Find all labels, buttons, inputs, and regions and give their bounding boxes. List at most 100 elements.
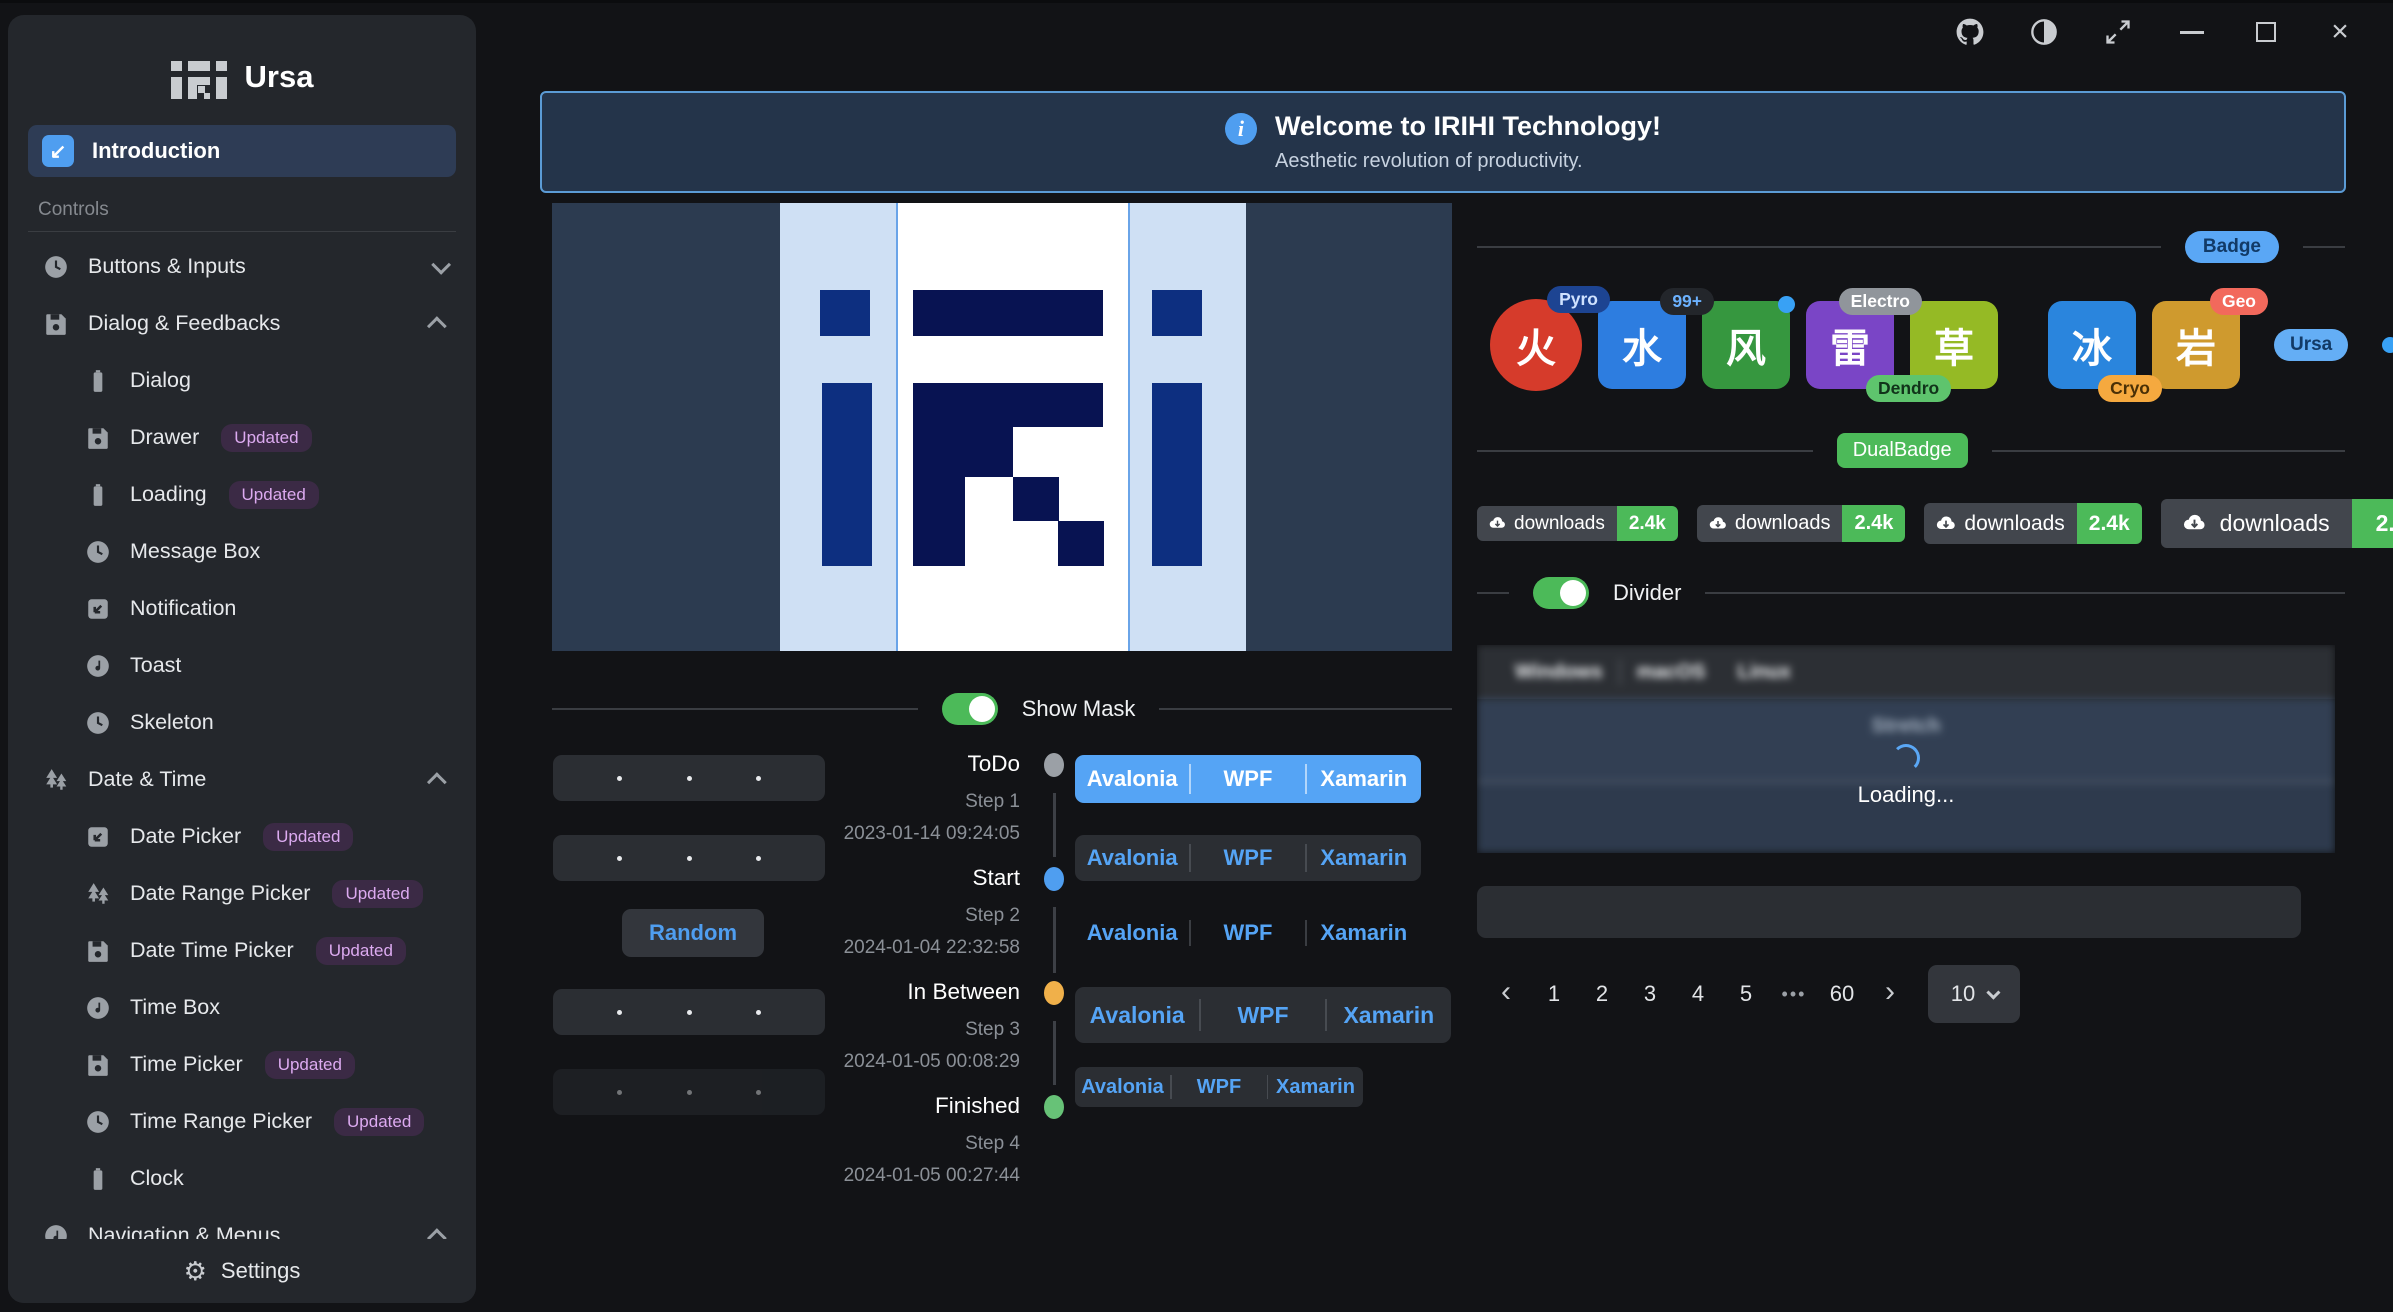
wpf-button[interactable]: WPF — [1191, 845, 1305, 871]
music-note-icon — [84, 994, 112, 1022]
loading-demo-panel: Windows macOS Linux Stretch Loading... — [1477, 645, 2335, 853]
sidebar-item-message-box[interactable]: Message Box — [8, 523, 476, 580]
updated-badge: Updated — [229, 481, 319, 509]
sidebar-item-date-time-picker[interactable]: Date Time Picker Updated — [8, 922, 476, 979]
sidebar-item-time-box[interactable]: Time Box — [8, 979, 476, 1036]
clock-icon — [84, 538, 112, 566]
downloads-label: downloads — [1964, 512, 2064, 536]
fullscreen-icon[interactable] — [2103, 17, 2133, 47]
badge-tile-hydro[interactable]: 水 99+ — [1598, 301, 1686, 389]
avalonia-button[interactable]: Avalonia — [1075, 845, 1189, 871]
tab-windows[interactable]: Windows — [1499, 661, 1619, 684]
wpf-button[interactable]: WPF — [1201, 1002, 1325, 1029]
sidebar-item-dialog[interactable]: Dialog — [8, 352, 476, 409]
downloads-count: 2.4k — [1617, 506, 1678, 541]
xamarin-button[interactable]: Xamarin — [1307, 766, 1421, 792]
show-mask-label: Show Mask — [1022, 696, 1136, 722]
avalonia-button[interactable]: Avalonia — [1075, 1076, 1170, 1099]
page-button-3[interactable]: 3 — [1626, 968, 1674, 1020]
irihi-logo-hero-image — [552, 203, 1452, 651]
sidebar-item-drawer[interactable]: Drawer Updated — [8, 409, 476, 466]
badge-divider-label: Badge — [2185, 231, 2279, 263]
sidebar-item-time-range-picker[interactable]: Time Range Picker Updated — [8, 1093, 476, 1150]
timeline-time: 2024-01-05 00:27:44 — [760, 1165, 1020, 1187]
updated-badge: Updated — [332, 880, 422, 908]
download-icon — [1709, 515, 1727, 533]
wpf-button[interactable]: WPF — [1191, 920, 1305, 946]
timeline-item-label: Start — [760, 865, 1020, 891]
text-input[interactable] — [1477, 886, 2301, 938]
xamarin-button[interactable]: Xamarin — [1327, 1002, 1451, 1029]
count-badge: 99+ — [1660, 288, 1714, 315]
chevron-up-icon — [427, 316, 447, 336]
downloads-count: 2.4k — [2077, 503, 2142, 544]
sidebar-item-navigation-menus[interactable]: Navigation & Menus — [8, 1207, 476, 1239]
prev-page-button[interactable]: ‹ — [1482, 968, 1530, 1020]
battery-icon — [84, 481, 112, 509]
badge-tile-dendro[interactable]: 草 Dendro — [1910, 301, 1998, 389]
pagination-ellipsis: ••• — [1770, 968, 1818, 1020]
page-size-dropdown[interactable]: 10 — [1928, 965, 2020, 1023]
divider-demo-row: Divider — [1477, 577, 2345, 609]
sidebar-item-skeleton[interactable]: Skeleton — [8, 694, 476, 751]
wpf-button[interactable]: WPF — [1172, 1076, 1267, 1099]
minimize-button[interactable] — [2177, 17, 2207, 47]
theme-toggle-icon[interactable] — [2029, 17, 2059, 47]
timeline-dot — [1044, 867, 1064, 891]
tab-linux[interactable]: Linux — [1722, 661, 1807, 684]
floppy-icon — [84, 937, 112, 965]
avalonia-button[interactable]: Avalonia — [1075, 920, 1189, 946]
sidebar-item-buttons-inputs[interactable]: Buttons & Inputs — [8, 238, 476, 295]
sidebar-item-time-picker[interactable]: Time Picker Updated — [8, 1036, 476, 1093]
show-mask-row: Show Mask — [552, 693, 1452, 725]
music-note-icon — [84, 652, 112, 680]
divider-toggle[interactable] — [1533, 577, 1589, 609]
github-icon[interactable] — [1955, 17, 1985, 47]
xamarin-button[interactable]: Xamarin — [1307, 920, 1421, 946]
sidebar-item-clock[interactable]: Clock — [8, 1150, 476, 1207]
avalonia-button[interactable]: Avalonia — [1075, 1002, 1199, 1029]
sidebar-item-date-range-picker[interactable]: Date Range Picker Updated — [8, 865, 476, 922]
xamarin-button[interactable]: Xamarin — [1268, 1076, 1363, 1099]
page-button-4[interactable]: 4 — [1674, 968, 1722, 1020]
badge-tile-cryo[interactable]: 冰 Cryo — [2048, 301, 2136, 389]
badge-tile-pyro[interactable]: 火 Pyro — [1490, 299, 1582, 391]
sidebar-item-loading[interactable]: Loading Updated — [8, 466, 476, 523]
cryo-badge: Cryo — [2098, 375, 2162, 402]
settings-button[interactable]: ⚙ Settings — [8, 1239, 476, 1303]
sidebar-item-toast[interactable]: Toast — [8, 637, 476, 694]
clock-icon — [84, 709, 112, 737]
show-mask-toggle[interactable] — [942, 693, 998, 725]
loading-text: Loading... — [1858, 782, 1955, 808]
sidebar-item-introduction[interactable]: ↙ Introduction — [28, 125, 456, 177]
badge-tile-geo[interactable]: 岩 Geo — [2152, 301, 2240, 389]
geo-badge: Geo — [2210, 288, 2268, 315]
xamarin-button[interactable]: Xamarin — [1307, 845, 1421, 871]
page-button-5[interactable]: 5 — [1722, 968, 1770, 1020]
page-button-2[interactable]: 2 — [1578, 968, 1626, 1020]
page-button-1[interactable]: 1 — [1530, 968, 1578, 1020]
sidebar-item-dialog-feedbacks[interactable]: Dialog & Feedbacks — [8, 295, 476, 352]
close-button[interactable]: × — [2325, 17, 2355, 47]
tile-glyph: 水 — [1622, 316, 1662, 374]
button-group-large: Avalonia WPF Xamarin — [1075, 987, 1451, 1043]
tab-macos[interactable]: macOS — [1621, 661, 1722, 684]
badge-section-divider: Badge — [1477, 231, 2345, 263]
random-button[interactable]: Random — [622, 909, 764, 957]
dot-badge — [1778, 296, 1795, 313]
clock-icon — [84, 1108, 112, 1136]
battery-icon — [84, 1165, 112, 1193]
maximize-button[interactable] — [2251, 17, 2281, 47]
dot-badge — [2382, 337, 2393, 353]
sidebar-item-notification[interactable]: Notification — [8, 580, 476, 637]
page-button-60[interactable]: 60 — [1818, 968, 1866, 1020]
next-page-button[interactable]: › — [1866, 968, 1914, 1020]
wpf-button[interactable]: WPF — [1191, 766, 1305, 792]
avalonia-button[interactable]: Avalonia — [1075, 766, 1189, 792]
divider-label: Divider — [1613, 580, 1681, 606]
sidebar-item-date-picker[interactable]: Date Picker Updated — [8, 808, 476, 865]
sidebar-item-date-time[interactable]: Date & Time — [8, 751, 476, 808]
app-title: Ursa — [245, 59, 314, 95]
badge-tile-anemo[interactable]: 风 — [1702, 301, 1790, 389]
sidebar-nav-list: Buttons & Inputs Dialog & Feedbacks Dial… — [8, 238, 476, 1239]
